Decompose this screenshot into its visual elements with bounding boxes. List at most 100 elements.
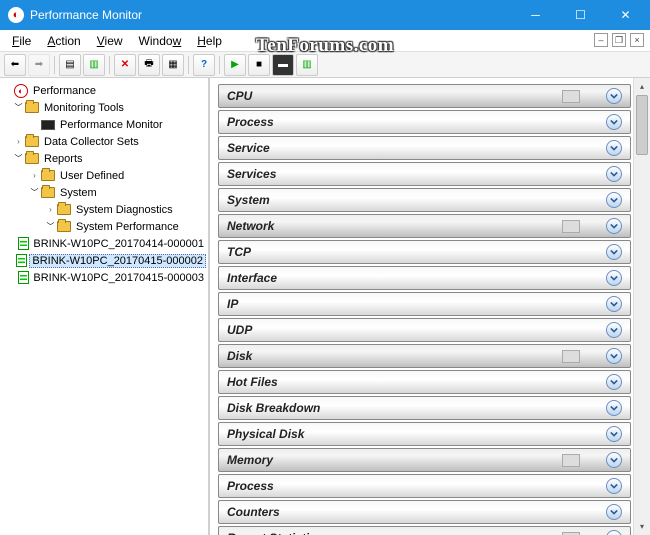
scroll-thumb[interactable] [636, 95, 648, 155]
chevron-right-icon[interactable]: › [45, 205, 56, 214]
panel-report-statistics[interactable]: Report Statistics [218, 526, 631, 535]
collapse-button[interactable] [606, 244, 622, 260]
panel-label: Hot Files [227, 375, 606, 389]
tree-reports[interactable]: ﹀ Reports [2, 150, 206, 167]
panel-memory[interactable]: Memory [218, 448, 631, 472]
panel-system[interactable]: System [218, 188, 631, 212]
scroll-track[interactable] [634, 95, 650, 518]
tree-performance-monitor[interactable]: Performance Monitor [2, 116, 206, 133]
panel-physical-disk[interactable]: Physical Disk [218, 422, 631, 446]
tree-data-collector-sets[interactable]: › Data Collector Sets [2, 133, 206, 150]
menu-file[interactable]: File [4, 32, 39, 50]
panel-window-icon[interactable] [562, 90, 580, 103]
menu-action[interactable]: Action [39, 32, 88, 50]
collapse-button[interactable] [606, 140, 622, 156]
tree-report-1[interactable]: BRINK-W10PC_20170414-000001 [2, 235, 206, 252]
tree-user-defined[interactable]: › User Defined [2, 167, 206, 184]
collapse-button[interactable] [606, 452, 622, 468]
panel-counters[interactable]: Counters [218, 500, 631, 524]
tree-system-performance[interactable]: ﹀ System Performance [2, 218, 206, 235]
mdi-restore-button[interactable]: ❐ [612, 33, 626, 47]
report-icon [18, 271, 29, 284]
show-hide-tree-button[interactable]: ▤ [59, 54, 81, 76]
mdi-minimize-button[interactable]: – [594, 33, 608, 47]
view-button-3[interactable]: ▬ [272, 54, 294, 76]
maximize-button[interactable]: ☐ [558, 0, 603, 30]
collapse-button[interactable] [606, 192, 622, 208]
collapse-button[interactable] [606, 218, 622, 234]
collapse-button[interactable] [606, 426, 622, 442]
print-button[interactable]: 🖶 [138, 54, 160, 76]
view-button-4[interactable]: ▥ [296, 54, 318, 76]
collapse-button[interactable] [606, 374, 622, 390]
panel-process[interactable]: Process [218, 110, 631, 134]
chevron-down-icon[interactable]: ﹀ [13, 153, 24, 164]
panel-udp[interactable]: UDP [218, 318, 631, 342]
vertical-scrollbar[interactable]: ▴ ▾ [633, 78, 650, 535]
panel-network[interactable]: Network [218, 214, 631, 238]
collapse-button[interactable] [606, 478, 622, 494]
panel-label: Counters [227, 505, 606, 519]
scroll-up-button[interactable]: ▴ [634, 78, 650, 95]
panel-label: Interface [227, 271, 606, 285]
folder-icon [25, 153, 39, 164]
panel-service[interactable]: Service [218, 136, 631, 160]
collapse-button[interactable] [606, 530, 622, 535]
view-button-1[interactable]: ▶ [224, 54, 246, 76]
menu-help[interactable]: Help [189, 32, 230, 50]
collapse-button[interactable] [606, 88, 622, 104]
titlebar: ◐ Performance Monitor ─ ☐ ✕ [0, 0, 650, 30]
panel-hot-files[interactable]: Hot Files [218, 370, 631, 394]
chevron-right-icon[interactable]: › [13, 137, 24, 146]
panel-label: Network [227, 219, 562, 233]
panel-process[interactable]: Process [218, 474, 631, 498]
tree-report-3[interactable]: BRINK-W10PC_20170415-000003 [2, 269, 206, 286]
collapse-button[interactable] [606, 504, 622, 520]
chevron-down-icon[interactable]: ﹀ [13, 102, 24, 113]
new-window-button[interactable]: ▥ [83, 54, 105, 76]
collapse-button[interactable] [606, 348, 622, 364]
collapse-button[interactable] [606, 166, 622, 182]
panel-window-icon[interactable] [562, 532, 580, 535]
panel-window-icon[interactable] [562, 220, 580, 233]
tree-root-performance[interactable]: ◐ Performance [2, 82, 206, 99]
help-button[interactable]: ? [193, 54, 215, 76]
close-button[interactable]: ✕ [603, 0, 648, 30]
panel-cpu[interactable]: CPU [218, 84, 631, 108]
collapse-button[interactable] [606, 322, 622, 338]
navigation-tree[interactable]: ◐ Performance ﹀ Monitoring Tools Perform… [0, 78, 210, 535]
tree-monitoring-tools[interactable]: ﹀ Monitoring Tools [2, 99, 206, 116]
panel-interface[interactable]: Interface [218, 266, 631, 290]
tree-report-2[interactable]: BRINK-W10PC_20170415-000002 [2, 252, 206, 269]
collapse-button[interactable] [606, 400, 622, 416]
minimize-button[interactable]: ─ [513, 0, 558, 30]
menu-window[interactable]: Window [131, 32, 190, 50]
collapse-button[interactable] [606, 270, 622, 286]
panel-services[interactable]: Services [218, 162, 631, 186]
collapse-button[interactable] [606, 114, 622, 130]
panel-window-icon[interactable] [562, 350, 580, 363]
chevron-down-icon[interactable]: ﹀ [29, 187, 40, 198]
collapse-button[interactable] [606, 296, 622, 312]
tree-system[interactable]: ﹀ System [2, 184, 206, 201]
chevron-right-icon[interactable]: › [29, 171, 40, 180]
panel-disk[interactable]: Disk [218, 344, 631, 368]
folder-icon [25, 136, 39, 147]
view-button-2[interactable]: ■ [248, 54, 270, 76]
menu-view[interactable]: View [89, 32, 131, 50]
panel-window-icon[interactable] [562, 454, 580, 467]
scroll-down-button[interactable]: ▾ [634, 518, 650, 535]
panel-ip[interactable]: IP [218, 292, 631, 316]
panel-label: IP [227, 297, 606, 311]
delete-button[interactable]: ✕ [114, 54, 136, 76]
report-pane: CPUProcessServiceServicesSystemNetworkTC… [210, 78, 650, 535]
export-button[interactable]: ▦ [162, 54, 184, 76]
forward-button[interactable]: ➡ [28, 54, 50, 76]
folder-icon [25, 102, 39, 113]
back-button[interactable]: ⬅ [4, 54, 26, 76]
mdi-close-button[interactable]: × [630, 33, 644, 47]
tree-system-diagnostics[interactable]: › System Diagnostics [2, 201, 206, 218]
panel-tcp[interactable]: TCP [218, 240, 631, 264]
panel-disk-breakdown[interactable]: Disk Breakdown [218, 396, 631, 420]
chevron-down-icon[interactable]: ﹀ [45, 221, 56, 232]
